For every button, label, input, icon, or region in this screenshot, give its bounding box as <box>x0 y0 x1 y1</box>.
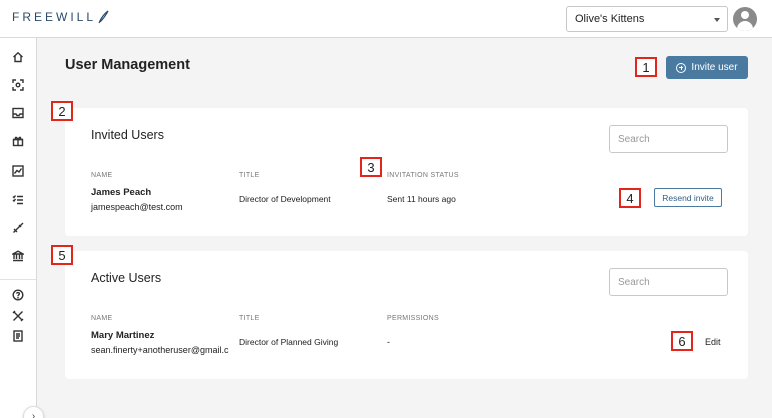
active-users-title: Active Users <box>91 271 162 285</box>
active-user-name: Mary Martinez <box>91 330 155 341</box>
column-header-permissions: PERMISSIONS <box>387 315 439 322</box>
inbox-icon[interactable] <box>11 106 25 120</box>
edit-user-button[interactable]: Edit <box>705 337 721 347</box>
active-users-search-input[interactable] <box>609 268 728 296</box>
column-header-title: TITLE <box>239 315 260 322</box>
active-user-permissions: - <box>387 337 390 347</box>
column-header-invitation-status: INVITATION STATUS <box>387 172 459 179</box>
active-user-email: sean.finerty+anotheruser@gmail.c <box>91 345 229 355</box>
sidebar-collapse-button[interactable]: › <box>23 406 44 418</box>
bank-icon[interactable] <box>11 249 25 263</box>
top-header: FREEWILL Olive's Kittens <box>0 0 772 38</box>
invited-user-email: jamespeach@test.com <box>91 202 183 212</box>
plus-circle-icon <box>676 62 687 73</box>
document-icon[interactable] <box>11 329 25 343</box>
active-user-title: Director of Planned Giving <box>239 337 339 347</box>
annotation-marker: 1 <box>635 57 657 77</box>
user-avatar[interactable] <box>733 7 757 31</box>
invite-user-button[interactable]: Invite user <box>666 56 748 79</box>
active-users-card: Active Users NAME TITLE PERMISSIONS Mary… <box>65 251 748 379</box>
column-header-name: NAME <box>91 172 113 179</box>
home-icon[interactable] <box>11 50 25 64</box>
invited-user-title: Director of Development <box>239 194 331 204</box>
page-title: User Management <box>65 57 190 73</box>
annotation-marker: 4 <box>619 188 641 208</box>
rocket-icon[interactable] <box>11 221 25 235</box>
logo-text: FREEWILL <box>12 10 97 24</box>
organization-select-value: Olive's Kittens <box>575 13 645 25</box>
column-header-title: TITLE <box>239 172 260 179</box>
invited-users-card: Invited Users NAME TITLE INVITATION STAT… <box>65 108 748 236</box>
invited-user-status: Sent 11 hours ago <box>387 194 456 204</box>
invite-user-label: Invite user <box>691 62 738 73</box>
invited-users-search-input[interactable] <box>609 125 728 153</box>
annotation-marker: 5 <box>51 245 73 265</box>
sidebar-divider <box>0 279 36 280</box>
chevron-down-icon <box>714 18 720 22</box>
sidebar: › <box>0 38 44 418</box>
help-icon[interactable] <box>11 288 25 302</box>
organization-select[interactable]: Olive's Kittens <box>566 6 728 32</box>
gift-icon[interactable] <box>11 134 25 148</box>
feather-icon <box>98 10 109 24</box>
annotation-marker: 2 <box>51 101 73 121</box>
tools-icon[interactable] <box>11 309 25 323</box>
freewill-logo[interactable]: FREEWILL <box>12 10 109 24</box>
resend-invite-button[interactable]: Resend invite <box>654 188 722 207</box>
checklist-icon[interactable] <box>11 193 25 207</box>
column-header-name: NAME <box>91 315 113 322</box>
annotation-marker: 6 <box>671 331 693 351</box>
scan-icon[interactable] <box>11 78 25 92</box>
annotation-marker: 3 <box>360 157 382 177</box>
invited-users-title: Invited Users <box>91 128 164 142</box>
invited-user-name: James Peach <box>91 187 152 198</box>
chevron-right-icon: › <box>31 411 36 418</box>
chart-icon[interactable] <box>11 164 25 178</box>
